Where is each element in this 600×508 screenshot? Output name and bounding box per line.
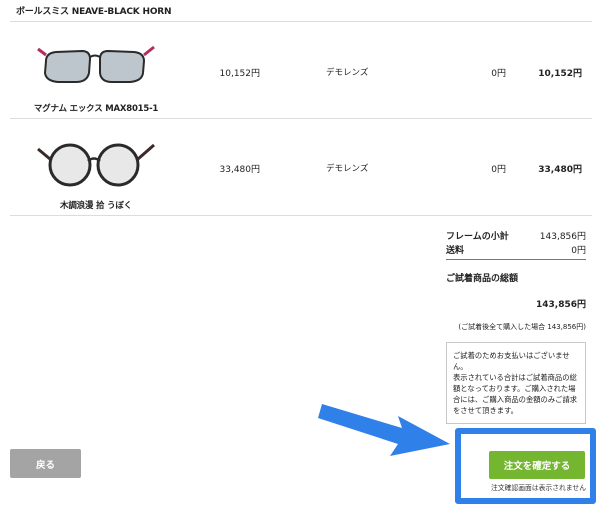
product-name[interactable]: マグナム エックス MAX8015-1 [10, 102, 182, 114]
shipping-label: 送料 [446, 246, 465, 256]
shipping-value: 0円 [571, 246, 586, 256]
confirm-note: 注文確認画面は表示されません [491, 484, 586, 492]
notice-line: 額となっております。ご購入された場 [453, 384, 576, 393]
confirm-order-button[interactable]: 注文を確定する [489, 451, 585, 479]
arrow-icon [318, 404, 450, 456]
glasses-round-icon[interactable] [32, 131, 158, 195]
cart-item-row: マグナム エックス MAX8015-1 10,152円 デモレンズ 0円 10,… [0, 22, 600, 118]
notice-line: ん。 [453, 362, 468, 371]
summary-divider [446, 259, 586, 260]
grand-total-label: ご試着商品の総額 [446, 274, 519, 284]
shipping-line: 送料 0円 [446, 243, 586, 256]
frame-price: 33,480円 [219, 165, 261, 175]
cart-item-row: 木調浪漫 拾 うぼく 33,480円 デモレンズ 0円 33,480円 [0, 119, 600, 215]
item-total: 10,152円 [538, 69, 582, 79]
glasses-rectangular-icon[interactable] [32, 35, 158, 99]
lens-price: 0円 [491, 69, 506, 79]
product-name[interactable]: 木調浪漫 拾 うぼく [10, 199, 182, 211]
lens-price: 0円 [491, 165, 506, 175]
divider [10, 215, 592, 216]
frame-subtotal-label: フレームの小計 [446, 232, 509, 242]
purchase-note: (ご試着後全て購入した場合 143,856円) [458, 323, 586, 331]
back-button[interactable]: 戻る [10, 449, 81, 478]
lens-name: デモレンズ [326, 68, 369, 78]
notice-line: ご試着のためお支払いはございませ [453, 351, 570, 360]
frame-subtotal-value: 143,856円 [539, 232, 586, 242]
frame-subtotal-line: フレームの小計 143,856円 [446, 229, 586, 242]
notice-line: をさせて頂きます。 [453, 406, 518, 415]
notice-line: 表示されている合計はご試着商品の総 [453, 373, 577, 382]
item-total: 33,480円 [538, 165, 582, 175]
lens-name: デモレンズ [326, 164, 369, 174]
top-item-name: ボールスミス NEAVE-BLACK HORN [16, 7, 172, 17]
notice-line: 合には、ご購入商品の金額のみご請求 [453, 395, 578, 404]
grand-total-value: 143,856円 [536, 300, 586, 310]
frame-price: 10,152円 [219, 69, 261, 79]
payment-notice: ご試着のためお支払いはございませ ん。 表示されている合計はご試着商品の総 額と… [446, 342, 586, 424]
